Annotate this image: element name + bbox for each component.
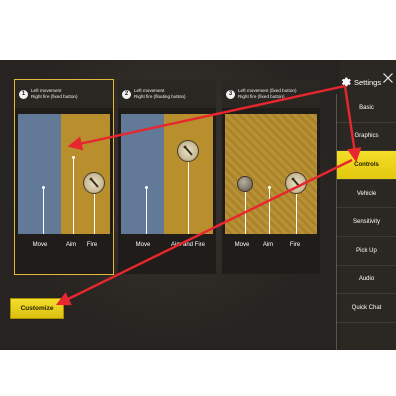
move-pointer [146,188,147,234]
scheme-line-2: Right fire (fixed button) [238,94,285,99]
fire-button [285,172,307,194]
bullet-icon [183,145,193,156]
label-aim: Aim [262,242,274,248]
scheme-line-2: Right fire (fixed button) [31,94,78,99]
aim-fire-pointer [188,162,189,234]
menu-item-graphics[interactable]: Graphics [337,123,396,152]
label-fire: Fire [289,242,301,248]
move-zone [18,114,62,234]
label-move: Move [234,242,250,248]
control-scheme-2[interactable]: 2 Left movement Right fire (floating but… [118,80,216,274]
scheme-description: Left movement Right fire (fixed button) [31,88,77,100]
menu-item-more[interactable] [337,323,396,350]
scheme-number: 1 [19,89,28,99]
movement-joystick [237,176,253,192]
control-scheme-1[interactable]: 1 Left movement Right fire (fixed button… [14,79,114,275]
label-aim-and-fire: Aim and Fire [170,242,206,248]
fire-pointer [94,194,95,234]
label-fire: Fire [86,242,98,248]
menu-item-quick-chat[interactable]: Quick Chat [337,294,396,323]
fire-pointer [296,194,297,234]
menu-item-vehicle[interactable]: Vehicle [337,180,396,209]
aim-pointer [73,158,74,234]
menu-item-pick-up[interactable]: Pick Up [337,237,396,266]
move-pointer [43,188,44,234]
fire-button [177,140,199,162]
scheme-preview [225,114,317,234]
settings-menu: Basic Graphics Controls Vehicle Sensitiv… [336,94,396,350]
scheme-number: 3 [226,89,235,99]
menu-item-audio[interactable]: Audio [337,266,396,295]
move-zone [121,114,165,234]
scheme-description: Left movement (fixed button) Right fire … [238,88,296,100]
customize-button[interactable]: Customize [10,298,64,319]
menu-item-basic[interactable]: Basic [337,94,396,123]
menu-item-controls[interactable]: Controls [337,151,396,180]
label-move: Move [135,242,151,248]
aim-pointer [269,188,270,234]
gear-icon [341,77,351,87]
control-scheme-3[interactable]: 3 Left movement (fixed button) Right fir… [222,80,320,274]
label-aim: Aim [65,242,77,248]
scheme-header: 2 Left movement Right fire (floating but… [118,80,216,108]
move-pointer [245,192,246,234]
scheme-header: 1 Left movement Right fire (fixed button… [15,80,113,108]
label-move: Move [32,242,48,248]
settings-title: Settings [354,77,382,87]
scheme-preview [121,114,213,234]
bullet-icon [291,177,301,188]
fire-button [83,172,105,194]
scheme-number: 2 [122,89,131,99]
menu-item-sensitivity[interactable]: Sensitivity [337,208,396,237]
close-icon[interactable] [382,72,394,84]
game-screen: 1 Left movement Right fire (fixed button… [0,60,396,350]
scheme-line-2: Right fire (floating button) [134,94,186,99]
scheme-header: 3 Left movement (fixed button) Right fir… [222,80,320,108]
bullet-icon [89,177,99,188]
scheme-description: Left movement Right fire (floating butto… [134,88,186,100]
scheme-preview [18,114,110,234]
